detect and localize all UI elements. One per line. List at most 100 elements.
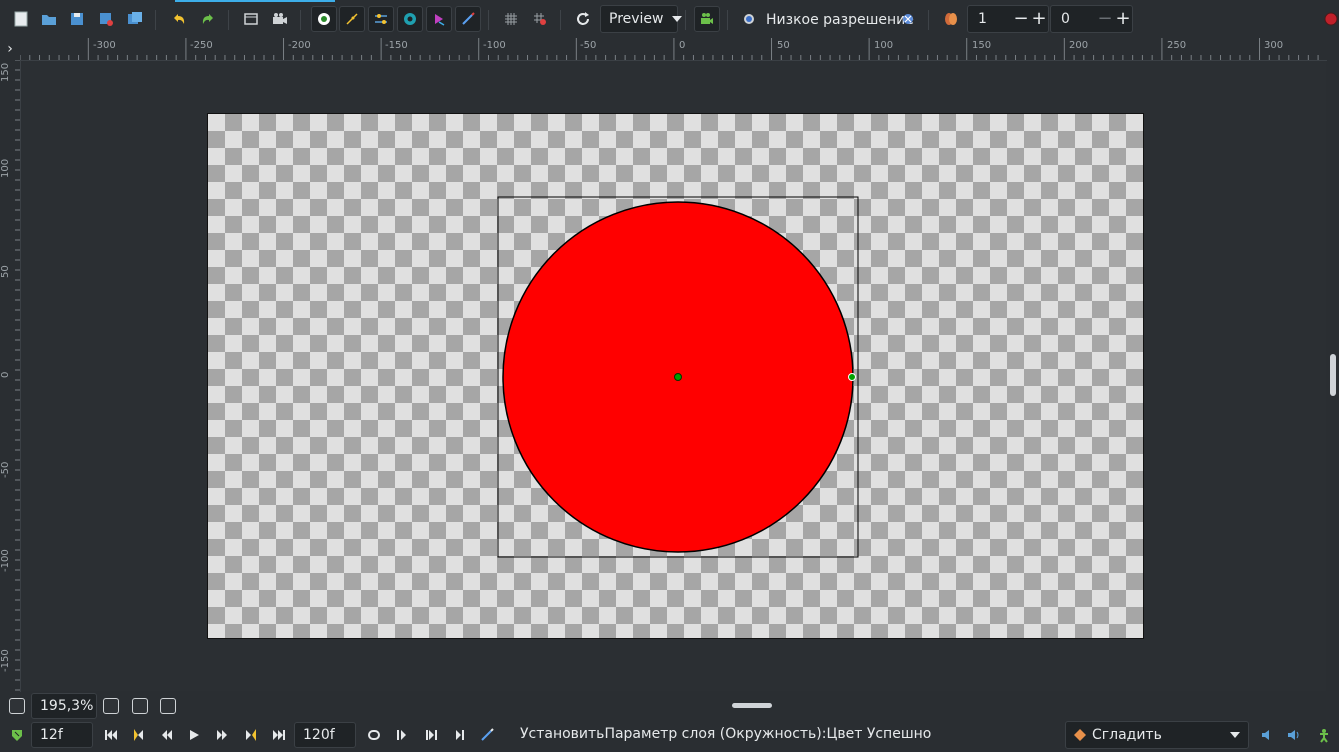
pen-icon[interactable] bbox=[476, 724, 498, 746]
end-frame-field[interactable]: 120f bbox=[294, 722, 356, 748]
next-keyframe-icon[interactable] bbox=[240, 724, 262, 746]
horizontal-scrollbar-thumb[interactable] bbox=[732, 703, 772, 708]
zoom-100-icon[interactable] bbox=[132, 698, 148, 714]
ruler-label: 0 bbox=[0, 371, 11, 378]
chevron-right-icon[interactable]: › bbox=[0, 38, 20, 60]
zoom-value[interactable]: 195,3% bbox=[40, 698, 93, 714]
onion-past-stepper[interactable]: 1 − + bbox=[967, 5, 1049, 33]
ruler-label: 100 bbox=[0, 158, 11, 178]
scrollbar-thumb[interactable] bbox=[1330, 354, 1336, 396]
background-icon[interactable] bbox=[736, 6, 762, 32]
low-res-icon[interactable] bbox=[895, 6, 921, 32]
onion-skin-icon[interactable] bbox=[311, 6, 337, 32]
ruler-label: -50 bbox=[0, 461, 11, 478]
chevron-down-icon bbox=[671, 16, 682, 22]
animation-mode-icon[interactable] bbox=[694, 6, 720, 32]
onion-future-value[interactable]: 0 bbox=[1051, 11, 1096, 27]
separator bbox=[560, 10, 561, 30]
increment-button[interactable]: + bbox=[1114, 10, 1132, 28]
ruler-label: 50 bbox=[0, 265, 11, 278]
ruler-label: -150 bbox=[0, 649, 11, 672]
end-frame-value[interactable]: 120f bbox=[303, 727, 335, 743]
zoom-out-icon[interactable] bbox=[9, 698, 25, 714]
ruler-label: -200 bbox=[288, 40, 311, 51]
status-message: УстановитьПараметр слоя (Окружность):Цве… bbox=[520, 726, 932, 742]
past-keyframes-icon[interactable] bbox=[938, 6, 964, 32]
interpolation-diamond-icon bbox=[1074, 729, 1086, 741]
current-frame-field[interactable]: 12f bbox=[31, 722, 93, 748]
refresh-icon[interactable] bbox=[570, 6, 596, 32]
save-icon[interactable] bbox=[64, 6, 90, 32]
low-resolution-label: Низкое разрешение bbox=[766, 12, 914, 28]
next-frame-icon[interactable] bbox=[211, 724, 233, 746]
ruler-label: -300 bbox=[93, 40, 116, 51]
vertical-ruler: 150 100 50 0 -50 -100 -150 bbox=[0, 60, 21, 692]
keyframe-lock-icon[interactable] bbox=[426, 6, 452, 32]
ruler-label: 150 bbox=[0, 62, 11, 82]
keyframe-lock-toggle-icon[interactable] bbox=[6, 724, 28, 746]
canvas[interactable] bbox=[207, 113, 1144, 639]
undo-icon[interactable] bbox=[166, 6, 192, 32]
ruler-label: -150 bbox=[385, 40, 408, 51]
snap-icon[interactable] bbox=[527, 6, 553, 32]
record-icon[interactable] bbox=[1318, 6, 1339, 32]
jump-end-icon[interactable] bbox=[449, 724, 471, 746]
render-mode-value: Preview bbox=[609, 11, 664, 27]
separator bbox=[928, 10, 929, 30]
bounds-start-icon[interactable] bbox=[390, 724, 412, 746]
render-icon[interactable] bbox=[238, 6, 264, 32]
separator bbox=[300, 10, 301, 30]
bounds-end-icon[interactable] bbox=[420, 724, 442, 746]
separator bbox=[685, 10, 686, 30]
figure-icon[interactable] bbox=[1313, 724, 1335, 746]
zoom-bar bbox=[0, 692, 1339, 720]
increment-button[interactable]: + bbox=[1030, 10, 1048, 28]
save-all-icon[interactable] bbox=[122, 6, 148, 32]
play-icon[interactable] bbox=[183, 724, 205, 746]
ruler-label: 50 bbox=[777, 40, 790, 51]
decrement-button[interactable]: − bbox=[1012, 10, 1030, 28]
zoom-in-icon[interactable] bbox=[103, 698, 119, 714]
ruler-label: 100 bbox=[874, 40, 894, 51]
redo-icon[interactable] bbox=[195, 6, 221, 32]
draw-tool-icon[interactable] bbox=[455, 6, 481, 32]
chevron-down-icon bbox=[1230, 732, 1240, 738]
interpolation-value: Сгладить bbox=[1092, 727, 1162, 743]
canvas-toolbar: Preview Низкое разрешение 1 − + 0 − + bbox=[0, 2, 1339, 36]
ruler-label: 0 bbox=[679, 40, 686, 51]
seek-begin-icon[interactable] bbox=[100, 724, 122, 746]
seek-end-icon[interactable] bbox=[268, 724, 290, 746]
ruler-label: 150 bbox=[972, 40, 992, 51]
new-file-icon[interactable] bbox=[8, 6, 34, 32]
ducks-icon[interactable] bbox=[397, 6, 423, 32]
onion-past-value[interactable]: 1 bbox=[968, 11, 1012, 27]
ruler-label: 300 bbox=[1264, 40, 1284, 51]
separator bbox=[488, 10, 489, 30]
zoom-field[interactable]: 195,3% bbox=[31, 693, 97, 719]
ruler-label: 250 bbox=[1167, 40, 1187, 51]
onion-future-stepper[interactable]: 0 − + bbox=[1050, 5, 1133, 33]
interpolation-option: Сгладить bbox=[1074, 727, 1162, 743]
guides-icon[interactable] bbox=[368, 6, 394, 32]
sound-left-icon[interactable] bbox=[1256, 724, 1278, 746]
separator bbox=[155, 10, 156, 30]
prev-frame-icon[interactable] bbox=[156, 724, 178, 746]
bline-toggle-icon[interactable] bbox=[339, 6, 365, 32]
open-file-icon[interactable] bbox=[36, 6, 62, 32]
render-mode-select[interactable]: Preview bbox=[600, 5, 682, 33]
separator bbox=[228, 10, 229, 30]
zoom-fit-icon[interactable] bbox=[160, 698, 176, 714]
ruler-label: -100 bbox=[0, 549, 11, 572]
sound-right-icon[interactable] bbox=[1282, 724, 1304, 746]
current-frame-value[interactable]: 12f bbox=[40, 727, 63, 743]
ruler-label: -50 bbox=[580, 40, 597, 51]
decrement-button[interactable]: − bbox=[1096, 10, 1114, 28]
loop-icon[interactable] bbox=[363, 724, 385, 746]
ruler-label: 200 bbox=[1069, 40, 1089, 51]
vertical-scrollbar[interactable] bbox=[1327, 38, 1339, 692]
save-as-icon[interactable] bbox=[93, 6, 119, 32]
grid-icon[interactable] bbox=[498, 6, 524, 32]
prev-keyframe-icon[interactable] bbox=[128, 724, 150, 746]
preview-icon[interactable] bbox=[267, 6, 293, 32]
interpolation-select[interactable]: Сгладить bbox=[1065, 721, 1249, 749]
